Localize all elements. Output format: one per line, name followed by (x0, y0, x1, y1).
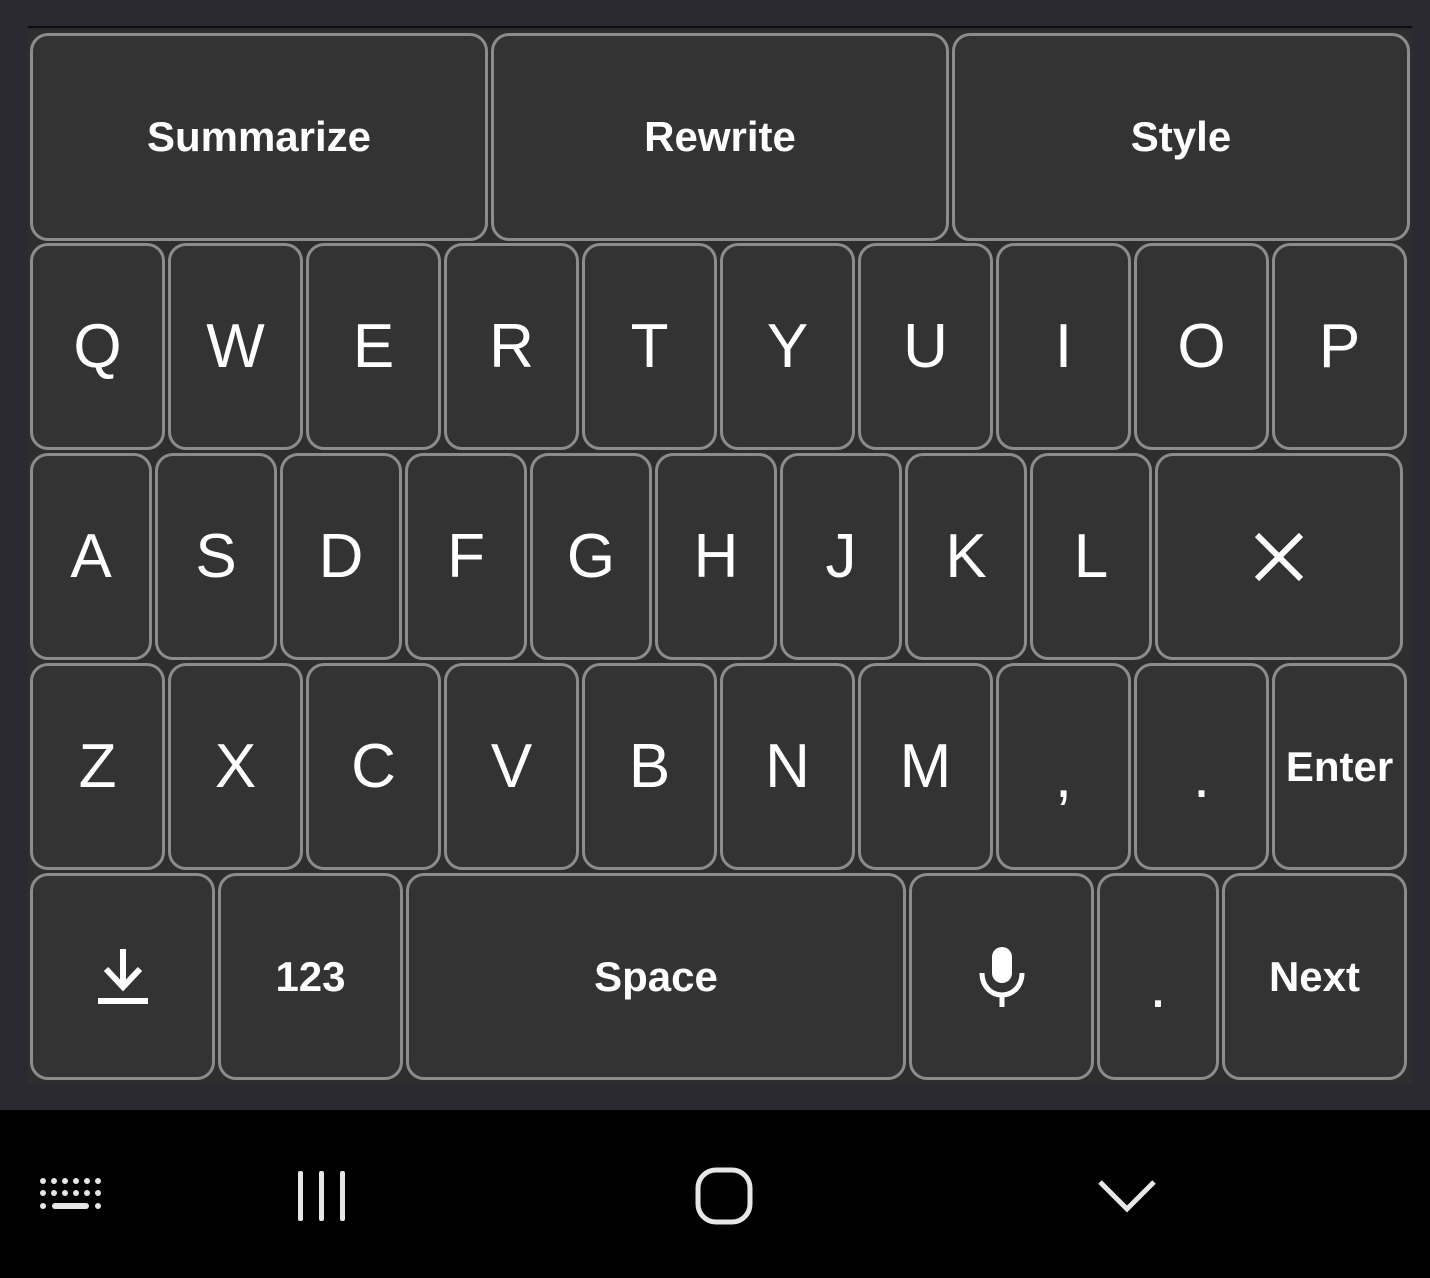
recents-icon (298, 1171, 345, 1221)
space-key[interactable]: Space (406, 873, 906, 1080)
voice-input-key[interactable] (909, 873, 1094, 1080)
key-h[interactable]: H (655, 453, 777, 660)
navigation-bar (0, 1110, 1430, 1278)
numbers-key[interactable]: 123 (218, 873, 403, 1080)
key-s[interactable]: S (155, 453, 277, 660)
key-u[interactable]: U (858, 243, 993, 450)
key-i[interactable]: I (996, 243, 1131, 450)
key-period-label: . (1192, 742, 1211, 811)
key-z[interactable]: Z (30, 663, 165, 870)
key-x[interactable]: X (168, 663, 303, 870)
rewrite-button[interactable]: Rewrite (491, 33, 949, 241)
chevron-down-icon (1098, 1180, 1156, 1213)
microphone-icon (979, 946, 1024, 1007)
key-r[interactable]: R (444, 243, 579, 450)
key-l[interactable]: L (1030, 453, 1152, 660)
backspace-key[interactable] (1155, 453, 1403, 660)
keyboard-top-divider (28, 26, 1412, 28)
key-p[interactable]: P (1272, 243, 1407, 450)
download-arrow-icon (97, 948, 148, 1004)
keyboard-switch-button[interactable] (22, 1162, 122, 1232)
key-n[interactable]: N (720, 663, 855, 870)
home-icon (695, 1167, 753, 1225)
key-o[interactable]: O (1134, 243, 1269, 450)
summarize-button[interactable]: Summarize (30, 33, 488, 241)
key-v[interactable]: V (444, 663, 579, 870)
keyboard-icon (40, 1178, 101, 1209)
key-k[interactable]: K (905, 453, 1027, 660)
key-comma-label: , (1054, 742, 1073, 811)
key-j[interactable]: J (780, 453, 902, 660)
key-f[interactable]: F (405, 453, 527, 660)
period-key-label: . (1149, 952, 1167, 1021)
keyboard: Summarize Rewrite Style Q W E R T Y U I … (28, 30, 1412, 1084)
key-b[interactable]: B (582, 663, 717, 870)
key-m[interactable]: M (858, 663, 993, 870)
next-key[interactable]: Next (1222, 873, 1407, 1080)
key-q[interactable]: Q (30, 243, 165, 450)
home-button[interactable] (674, 1156, 774, 1236)
recents-button[interactable] (272, 1156, 372, 1236)
key-y[interactable]: Y (720, 243, 855, 450)
key-period[interactable]: . (1134, 663, 1269, 870)
hide-keyboard-key[interactable] (30, 873, 215, 1080)
key-d[interactable]: D (280, 453, 402, 660)
key-a[interactable]: A (30, 453, 152, 660)
enter-key[interactable]: Enter (1272, 663, 1407, 870)
close-x-icon (1254, 532, 1304, 581)
key-g[interactable]: G (530, 453, 652, 660)
key-c[interactable]: C (306, 663, 441, 870)
period-key[interactable]: . (1097, 873, 1219, 1080)
key-w[interactable]: W (168, 243, 303, 450)
back-button[interactable] (1077, 1156, 1177, 1236)
key-comma[interactable]: , (996, 663, 1131, 870)
key-e[interactable]: E (306, 243, 441, 450)
style-button[interactable]: Style (952, 33, 1410, 241)
key-t[interactable]: T (582, 243, 717, 450)
